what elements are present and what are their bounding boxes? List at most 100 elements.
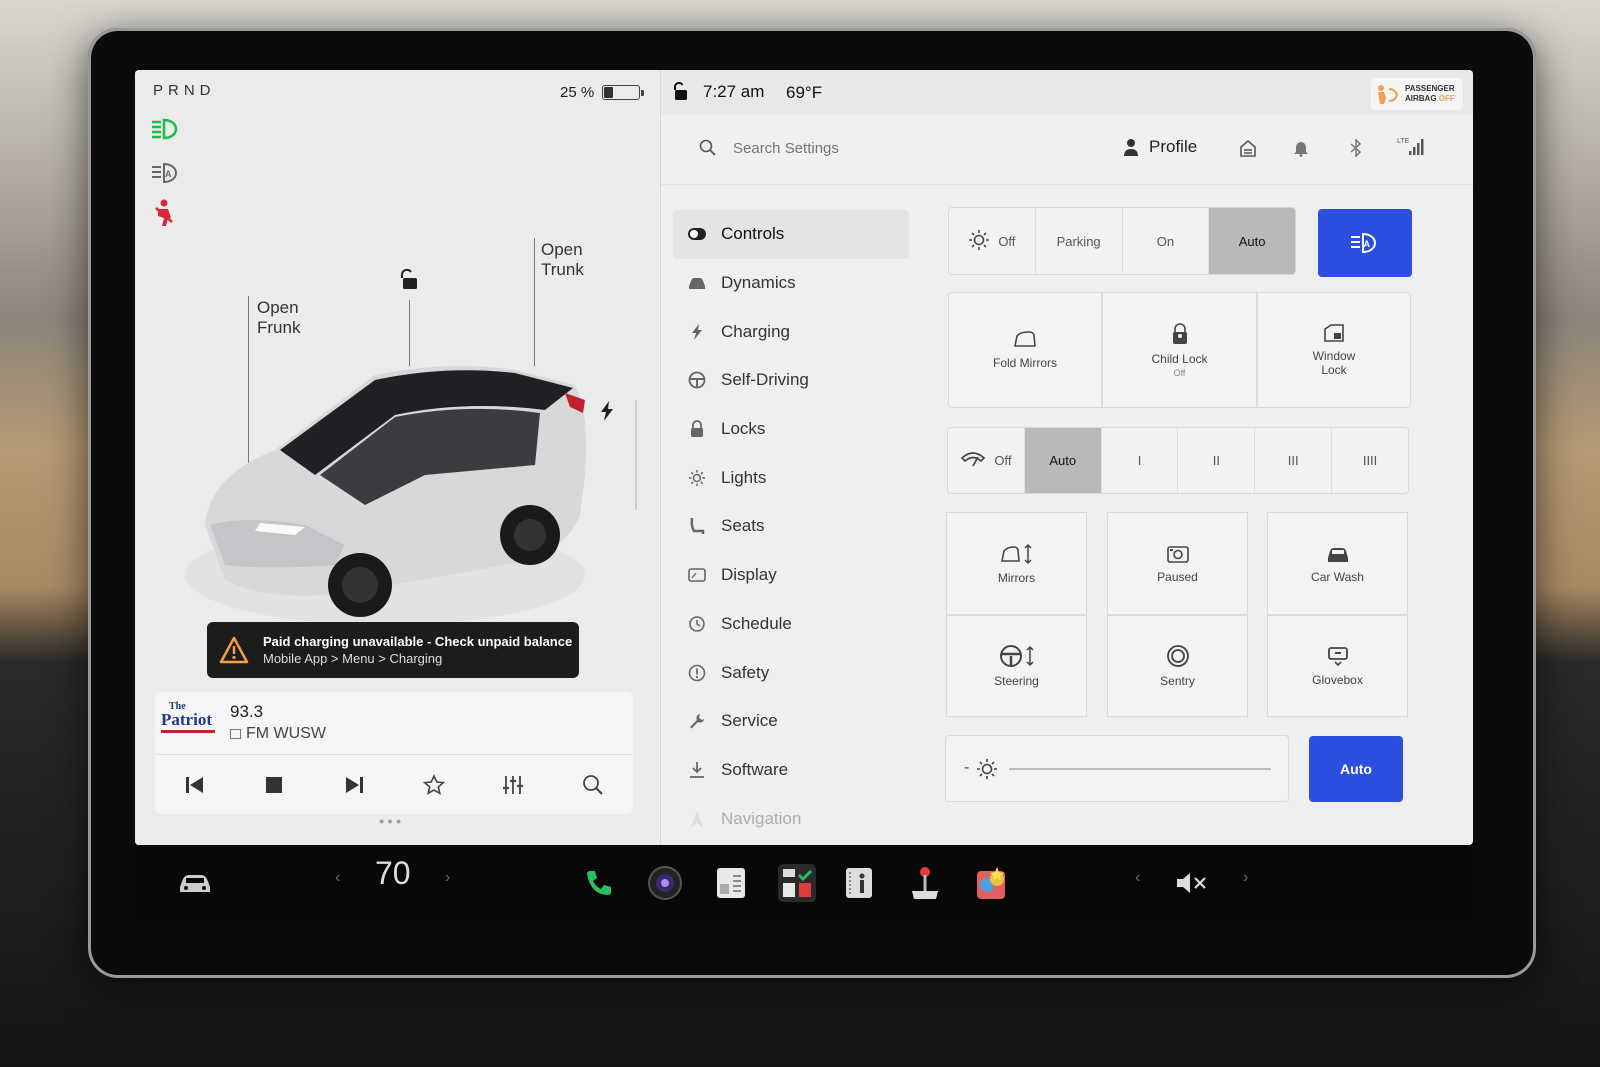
dashcam-button[interactable]: Paused xyxy=(1107,512,1248,615)
lights-option-label: Auto xyxy=(1238,233,1266,249)
volume-down-chevron[interactable]: ‹ xyxy=(1135,869,1140,887)
wipers-option-off[interactable]: Off xyxy=(948,428,1025,493)
brightness-auto-label: Auto xyxy=(1340,761,1372,777)
open-frunk-button[interactable]: Open Frunk xyxy=(257,298,300,338)
nav-item-label: Software xyxy=(721,759,789,779)
mirror-adjust-icon xyxy=(1000,543,1032,564)
brightness-auto-button[interactable]: Auto xyxy=(1309,736,1403,802)
volume-up-chevron[interactable]: › xyxy=(1243,869,1248,887)
lights-option-label: Off xyxy=(998,233,1016,249)
nav-item-label: Dynamics xyxy=(721,273,796,293)
steering-adjust-button[interactable]: Steering xyxy=(946,615,1087,717)
nav-item-safety[interactable]: Safety xyxy=(673,648,909,697)
search-settings-input[interactable] xyxy=(733,135,1033,161)
steering-wheel-icon xyxy=(687,370,707,390)
nav-item-label: Schedule xyxy=(721,613,792,633)
alert-path: Mobile App > Menu > Charging xyxy=(263,651,443,666)
station-frequency: 93.3 xyxy=(230,702,264,721)
equalizer-icon[interactable] xyxy=(498,770,528,800)
nav-item-navigation[interactable]: Navigation xyxy=(673,794,909,843)
toybox-icon[interactable] xyxy=(715,863,747,903)
door-unlock-icon[interactable] xyxy=(397,268,419,297)
wipers-option-auto[interactable]: Auto xyxy=(1024,428,1102,493)
charging-alert[interactable]: Paid charging unavailable - Check unpaid… xyxy=(207,622,579,678)
battery-status: 25 % xyxy=(560,84,645,101)
nav-item-controls[interactable]: Controls xyxy=(673,210,909,259)
car-menu-icon[interactable] xyxy=(177,863,213,903)
favorite-star-icon[interactable] xyxy=(419,770,449,800)
calendar-app-icon[interactable] xyxy=(777,863,817,903)
nav-item-service[interactable]: Service xyxy=(673,697,909,746)
nav-item-schedule[interactable]: Schedule xyxy=(673,600,909,649)
glovebox-button[interactable]: Glovebox xyxy=(1267,615,1408,717)
phone-icon[interactable] xyxy=(583,863,615,903)
trunk-label-line2: Trunk xyxy=(541,260,584,279)
temp-up-chevron[interactable]: › xyxy=(445,869,450,887)
manual-info-icon[interactable] xyxy=(843,863,875,903)
radio-icon xyxy=(230,729,241,739)
dashcam-status-label: Paused xyxy=(1157,569,1198,584)
clock-icon xyxy=(687,614,707,634)
touchscreen: PRND 25 % A Open Frunk Open Trunk Paid c… xyxy=(135,70,1473,845)
lights-option-off[interactable]: Off xyxy=(949,208,1036,274)
stop-icon[interactable] xyxy=(259,770,289,800)
sun-icon xyxy=(687,468,707,488)
mirror-icon xyxy=(1014,331,1036,347)
airbag-line1: PASSENGER xyxy=(1405,84,1455,93)
fold-mirrors-button[interactable]: Fold Mirrors xyxy=(948,292,1102,408)
brightness-slider[interactable]: - xyxy=(945,735,1289,802)
bolt-icon xyxy=(687,322,707,342)
home-icon[interactable] xyxy=(1239,139,1257,162)
nav-item-software[interactable]: Software xyxy=(673,746,909,795)
gear-indicator: PRND xyxy=(153,82,216,99)
nav-item-locks[interactable]: Locks xyxy=(673,405,909,454)
arcade-joystick-icon[interactable] xyxy=(909,863,941,903)
wipers-option-ii[interactable]: II xyxy=(1178,428,1256,493)
mirrors-adjust-button[interactable]: Mirrors xyxy=(946,512,1087,615)
cabin-temperature[interactable]: 70 xyxy=(375,855,411,892)
nav-item-seats[interactable]: Seats xyxy=(673,502,909,551)
car-unlocked-icon[interactable] xyxy=(671,81,689,107)
wipers-option-i[interactable]: I xyxy=(1102,428,1179,493)
brightness-track[interactable] xyxy=(1009,768,1271,770)
child-lock-label: Child Lock xyxy=(1151,352,1208,366)
child-lock-button[interactable]: Child Lock Off xyxy=(1102,292,1257,408)
volume-mute-icon[interactable] xyxy=(1175,863,1209,903)
vehicle-illustration[interactable] xyxy=(185,355,605,625)
temp-down-chevron[interactable]: ‹ xyxy=(335,869,340,887)
light-show-icon[interactable] xyxy=(973,863,1009,903)
battery-percent: 25 % xyxy=(560,84,595,101)
nav-item-display[interactable]: Display xyxy=(673,551,909,600)
lights-option-on[interactable]: On xyxy=(1123,208,1210,274)
media-search-icon[interactable] xyxy=(578,770,608,800)
settings-header: Profile LTE xyxy=(661,115,1473,185)
open-trunk-button[interactable]: Open Trunk xyxy=(541,240,584,280)
wipers-option-iii[interactable]: III xyxy=(1255,428,1333,493)
logo-stripe xyxy=(161,730,215,733)
nav-item-lights[interactable]: Lights xyxy=(673,453,909,502)
bluetooth-icon[interactable] xyxy=(1349,138,1363,162)
sentry-button[interactable]: Sentry xyxy=(1107,615,1248,717)
nav-item-label: Service xyxy=(721,711,778,731)
wipers-option-iiii[interactable]: IIII xyxy=(1332,428,1408,493)
previous-track-icon[interactable] xyxy=(180,770,210,800)
steering-label: Steering xyxy=(994,674,1039,688)
camera-icon[interactable] xyxy=(647,863,683,903)
lights-option-auto[interactable]: Auto xyxy=(1209,208,1295,274)
airbag-line2: AIRBAG OFF xyxy=(1405,94,1455,104)
window-lock-button[interactable]: Window Lock xyxy=(1257,292,1411,408)
profile-button[interactable]: Profile xyxy=(1123,137,1197,157)
search-icon xyxy=(699,139,717,162)
bell-icon[interactable] xyxy=(1293,139,1309,162)
nav-item-self-driving[interactable]: Self-Driving xyxy=(673,356,909,405)
car-wash-button[interactable]: Car Wash xyxy=(1267,512,1408,615)
nav-item-dynamics[interactable]: Dynamics xyxy=(673,259,909,308)
panel-scrollbar[interactable] xyxy=(635,400,637,510)
next-track-icon[interactable] xyxy=(339,770,369,800)
nav-item-charging[interactable]: Charging xyxy=(673,307,909,356)
auto-high-beam-button[interactable]: A xyxy=(1318,209,1412,277)
outside-temperature: 69°F xyxy=(786,83,823,102)
lights-option-parking[interactable]: Parking xyxy=(1036,208,1123,274)
wipers-option-label: II xyxy=(1212,453,1221,468)
steering-wheel-adjust-icon xyxy=(999,645,1034,667)
